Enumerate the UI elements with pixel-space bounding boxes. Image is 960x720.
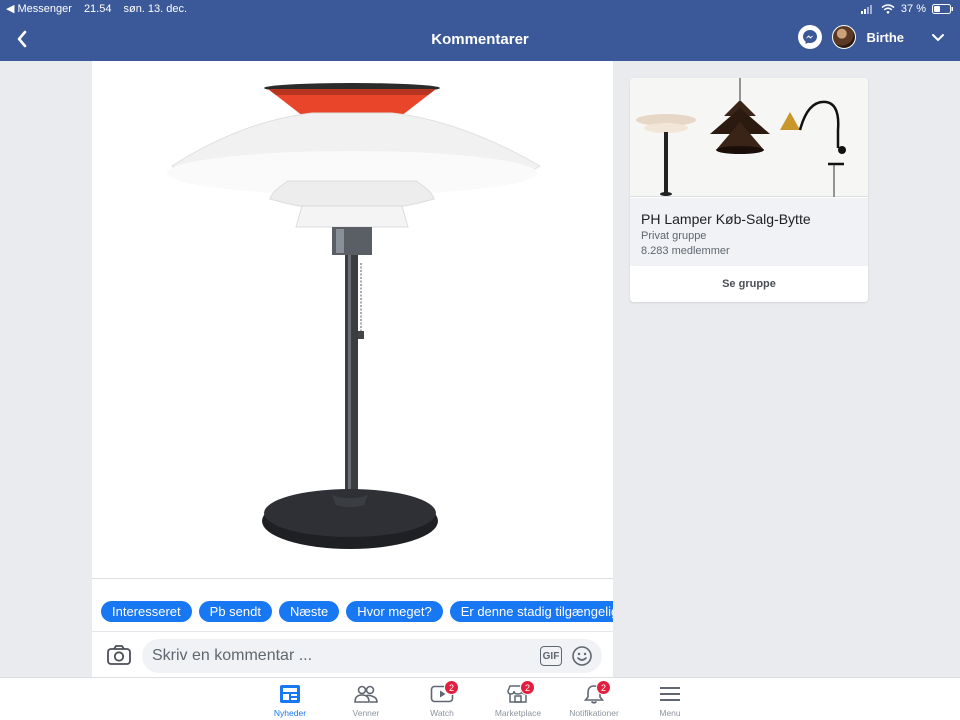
group-suggestion-card: PH Lamper Køb-Salg-Bytte Privat gruppe 8…: [630, 78, 868, 302]
group-member-count: 8.283 medlemmer: [641, 245, 730, 257]
divider: [92, 578, 613, 579]
status-bar: ◀ Messenger 21.54 søn. 13. dec. 37 %: [0, 0, 960, 17]
nav-bar: Kommentarer Birthe: [0, 18, 960, 61]
comment-input[interactable]: [142, 639, 602, 673]
quick-reply-pm-sent[interactable]: Pb sendt: [198, 601, 272, 622]
tab-friends[interactable]: Venner: [328, 682, 404, 720]
tab-label: Nyheder: [273, 708, 307, 718]
quick-reply-how-much[interactable]: Hvor meget?: [346, 601, 443, 622]
account-menu-button[interactable]: [926, 25, 950, 49]
menu-icon: [660, 687, 680, 701]
camera-button[interactable]: [106, 643, 132, 667]
watch-badge: 2: [444, 680, 459, 695]
quick-reply-chips: Interesseret Pb sendt Næste Hvor meget? …: [101, 601, 613, 622]
post-card: Interesseret Pb sendt Næste Hvor meget? …: [92, 61, 613, 677]
tab-label: Marketplace: [494, 708, 542, 718]
notifications-badge: 2: [596, 680, 611, 695]
quick-reply-next[interactable]: Næste: [278, 601, 340, 622]
group-info[interactable]: PH Lamper Køb-Salg-Bytte Privat gruppe 8…: [630, 198, 868, 266]
group-cover-image[interactable]: [630, 78, 868, 197]
avatar[interactable]: [832, 25, 857, 49]
profile-name[interactable]: Birthe: [866, 30, 904, 45]
gif-button[interactable]: GIF: [540, 646, 562, 666]
group-cover-lamps: [636, 78, 846, 197]
emoji-button[interactable]: [571, 645, 593, 667]
tab-notifications[interactable]: 2 Notifikationer: [556, 680, 632, 720]
group-name[interactable]: PH Lamper Køb-Salg-Bytte: [641, 211, 857, 227]
camera-icon: [107, 645, 131, 665]
tab-watch[interactable]: 2 Watch: [404, 680, 480, 720]
status-date: søn. 13. dec.: [123, 2, 188, 15]
post-image[interactable]: [92, 61, 613, 578]
signal-icon: [860, 4, 872, 14]
tab-label: Notifikationer: [569, 708, 619, 718]
lamp-photo: [167, 83, 541, 549]
quick-reply-interested[interactable]: Interesseret: [101, 601, 192, 622]
smiley-icon: [572, 646, 592, 666]
see-group-button[interactable]: Se gruppe: [630, 266, 868, 302]
status-time: 21.54: [83, 2, 112, 15]
chevron-down-icon: [932, 33, 944, 41]
battery-percent: 37 %: [900, 2, 926, 15]
friends-icon: [354, 685, 378, 703]
tab-menu[interactable]: Menu: [632, 682, 708, 720]
battery-icon: [932, 3, 953, 14]
tab-label: Menu: [659, 708, 681, 718]
tab-marketplace[interactable]: 2 Marketplace: [480, 680, 556, 720]
top-bar: ◀ Messenger 21.54 søn. 13. dec. 37 % Kom…: [0, 0, 960, 61]
back-to-app-link[interactable]: ◀ Messenger: [6, 2, 72, 15]
marketplace-badge: 2: [520, 680, 535, 695]
news-feed-icon: [280, 685, 300, 703]
tab-news-feed[interactable]: Nyheder: [252, 682, 328, 720]
quick-reply-still-available[interactable]: Er denne stadig tilgængelig?: [449, 601, 613, 622]
tab-label: Watch: [430, 708, 454, 718]
messenger-button[interactable]: [798, 25, 823, 49]
messenger-icon: [803, 30, 818, 44]
bottom-tab-bar: Nyheder Venner 2 Watch 2 Marketplace 2 N…: [0, 677, 960, 720]
tab-label: Venner: [352, 708, 380, 718]
comment-composer: GIF: [92, 631, 613, 677]
group-privacy: Privat gruppe: [641, 230, 707, 242]
wifi-icon: [881, 3, 895, 14]
